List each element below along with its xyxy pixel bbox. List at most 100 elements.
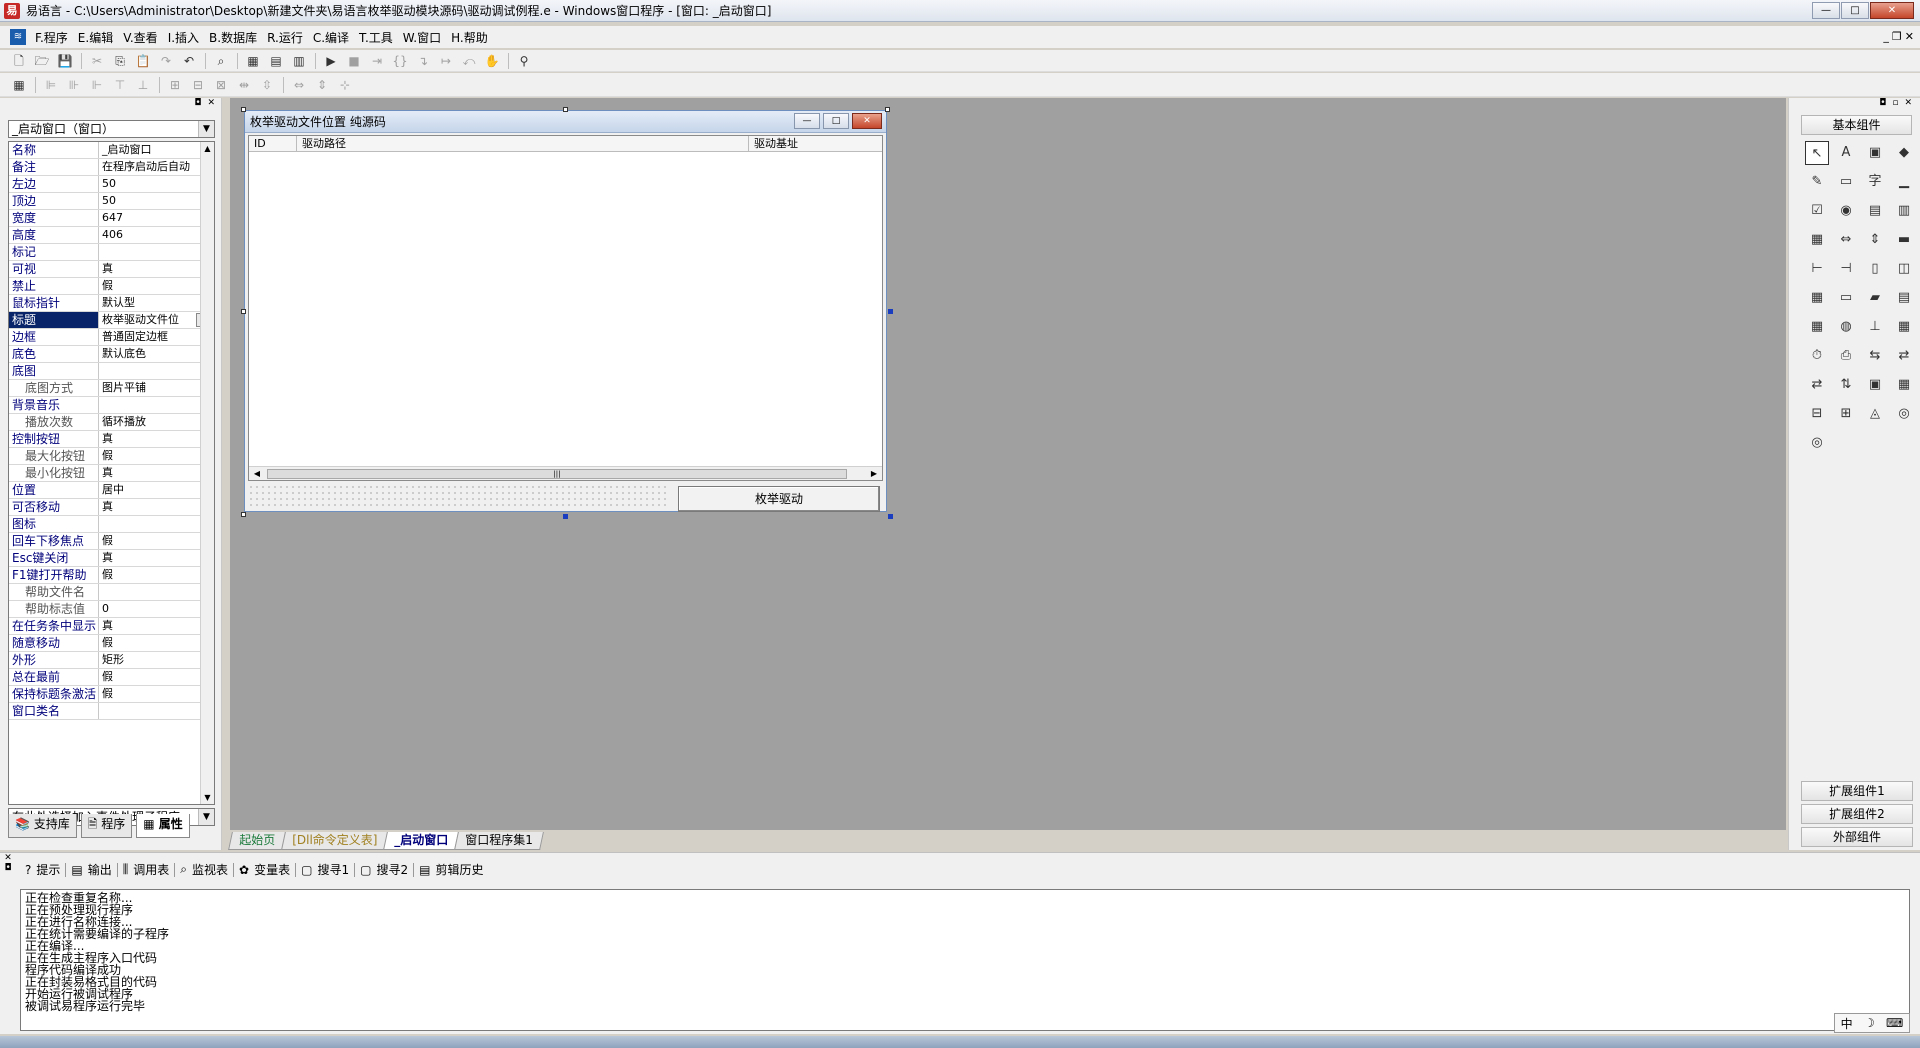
property-row[interactable]: 背景音乐	[9, 397, 214, 414]
center-v-icon[interactable]: ⇕	[313, 76, 331, 94]
menu-program[interactable]: F.程序	[30, 29, 73, 46]
property-row[interactable]: 窗口类名	[9, 703, 214, 720]
component-icon[interactable]: ▣	[1863, 373, 1887, 397]
property-value[interactable]: 真	[99, 431, 214, 447]
center-both-icon[interactable]: ⊹	[336, 76, 354, 94]
component-icon[interactable]: ◍	[1834, 315, 1858, 339]
component-icon[interactable]: ▬	[1892, 228, 1916, 252]
maximize-button[interactable]: □	[1841, 2, 1869, 19]
panel-float-icon[interactable]: ◘	[194, 98, 201, 112]
close-button[interactable]: ✕	[1870, 2, 1914, 19]
undo-icon[interactable]: ↶	[180, 52, 198, 70]
component-icon[interactable]: ⏱	[1805, 344, 1829, 368]
component-icon[interactable]: ⊥	[1863, 315, 1887, 339]
component-icon[interactable]: ▭	[1834, 170, 1858, 194]
binoculars-icon[interactable]: ⚲	[515, 52, 533, 70]
property-value[interactable]: 真	[99, 499, 214, 515]
property-value[interactable]: 真	[99, 465, 214, 481]
driver-list-view[interactable]: ID 驱动路径 驱动基址 ◀ ||| ▶	[248, 135, 883, 481]
property-value[interactable]: 普通固定边框	[99, 329, 214, 345]
resize-handle-nw[interactable]	[241, 107, 246, 112]
property-row[interactable]: 回车下移焦点假	[9, 533, 214, 550]
property-row[interactable]: 总在最前假	[9, 669, 214, 686]
tab-support-library[interactable]: 📚 支持库	[8, 814, 77, 838]
property-row[interactable]: 图标	[9, 516, 214, 533]
output-tab[interactable]: ▤ 剪辑历史	[414, 861, 488, 878]
run-to-icon[interactable]: ↦	[437, 52, 455, 70]
layout2-icon[interactable]: ▤	[267, 52, 285, 70]
component-icon[interactable]: ◆	[1892, 141, 1916, 165]
scroll-left-icon[interactable]: ◀	[251, 467, 263, 480]
output-tab[interactable]: ? 提示	[20, 861, 65, 878]
property-value[interactable]: _启动窗口	[99, 142, 214, 158]
property-value[interactable]	[99, 516, 214, 532]
menu-window[interactable]: W.窗口	[398, 29, 446, 46]
output-tab[interactable]: ▢ 搜寻2	[355, 861, 413, 878]
scroll-down-icon[interactable]: ▼	[201, 791, 214, 804]
tab-window-assembly[interactable]: 窗口程序集1	[454, 832, 544, 850]
property-row[interactable]: 名称 _启动窗口	[9, 142, 214, 159]
same-size-icon[interactable]: ⊠	[212, 76, 230, 94]
component-icon[interactable]: ◬	[1863, 402, 1887, 426]
menu-edit[interactable]: E.编辑	[73, 29, 118, 46]
find-icon[interactable]: ⌕	[212, 52, 230, 70]
menu-database[interactable]: B.数据库	[204, 29, 262, 46]
property-value[interactable]: 真	[99, 261, 214, 277]
property-row[interactable]: 禁止假	[9, 278, 214, 295]
property-value[interactable]: 循环播放	[99, 414, 214, 430]
group-extension-1[interactable]: 扩展组件1	[1801, 781, 1913, 801]
component-icon[interactable]: ▰	[1863, 286, 1887, 310]
same-height-icon[interactable]: ⊟	[189, 76, 207, 94]
property-value[interactable]	[99, 363, 214, 379]
group-basic-components[interactable]: 基本组件	[1801, 115, 1912, 135]
property-row[interactable]: 边框 普通固定边框	[9, 329, 214, 346]
property-row[interactable]: 宽度 647	[9, 210, 214, 227]
list-horizontal-scrollbar[interactable]: ◀ ||| ▶	[249, 466, 882, 480]
property-row[interactable]: 标题枚举驱动文件位...	[9, 312, 214, 329]
property-value[interactable]: 默认型	[99, 295, 214, 311]
component-icon[interactable]: ▦	[1892, 373, 1916, 397]
property-value[interactable]: 647	[99, 210, 214, 226]
tab-start-window[interactable]: _启动窗口	[383, 832, 460, 850]
same-width-icon[interactable]: ⊞	[166, 76, 184, 94]
component-icon[interactable]: ⇕	[1863, 228, 1887, 252]
component-icon[interactable]: ◉	[1834, 199, 1858, 223]
property-row[interactable]: 可否移动真	[9, 499, 214, 516]
component-icon[interactable]: ⊣	[1834, 257, 1858, 281]
property-row[interactable]: 保持标题条激活假	[9, 686, 214, 703]
property-value[interactable]: 真	[99, 618, 214, 634]
property-value[interactable]: 图片平铺	[99, 380, 214, 396]
panel-float-icon[interactable]: ◘	[1879, 98, 1886, 112]
resize-handle-se[interactable]	[888, 514, 893, 519]
component-icon[interactable]: ⇆	[1863, 344, 1887, 368]
output-textbox[interactable]: 正在检查重复名称... 正在预处理现行程序 正在进行名称连接... 正在统计需要编译的…	[20, 889, 1910, 1031]
component-icon[interactable]: ⇅	[1834, 373, 1858, 397]
scroll-up-icon[interactable]: ▲	[201, 142, 214, 155]
paste-icon[interactable]: 📋	[134, 52, 152, 70]
step-icon[interactable]: ⇥	[368, 52, 386, 70]
property-row[interactable]: 控制按钮真	[9, 431, 214, 448]
pointer-tool-icon[interactable]: ↖	[1805, 141, 1829, 165]
property-row[interactable]: 备注 在程序启动后自动	[9, 159, 214, 176]
column-header-base[interactable]: 驱动基址	[749, 136, 882, 151]
property-value[interactable]: 矩形	[99, 652, 214, 668]
output-tab[interactable]: ⫼ 调用表	[118, 861, 175, 878]
property-value[interactable]	[99, 584, 214, 600]
group-extension-2[interactable]: 扩展组件2	[1801, 804, 1913, 824]
object-selector[interactable]: _启动窗口（窗口） ▼	[8, 120, 215, 138]
property-value[interactable]: 枚举驱动文件位...	[99, 312, 214, 328]
resize-handle-w[interactable]	[241, 309, 246, 314]
save-icon[interactable]: 💾	[56, 52, 74, 70]
menu-help[interactable]: H.帮助	[446, 29, 493, 46]
property-value[interactable]: 居中	[99, 482, 214, 498]
component-icon[interactable]: ▦	[1892, 315, 1916, 339]
align-top-icon[interactable]: ⊤	[111, 76, 129, 94]
property-row[interactable]: 最大化按钮假	[9, 448, 214, 465]
property-value[interactable]: 假	[99, 567, 214, 583]
copy-icon[interactable]: ⎘	[111, 52, 129, 70]
layout3-icon[interactable]: ▥	[290, 52, 308, 70]
tab-properties[interactable]: ▦ 属性	[136, 814, 190, 838]
property-row[interactable]: 顶边 50	[9, 193, 214, 210]
column-header-path[interactable]: 驱动路径	[297, 136, 749, 151]
component-icon[interactable]: ▤	[1892, 286, 1916, 310]
